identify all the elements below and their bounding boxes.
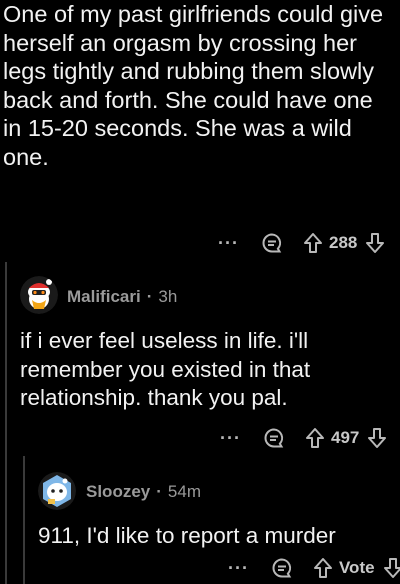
vote-count: 497	[330, 428, 360, 447]
comment-body: One of my past girlfriends could give he…	[3, 1, 384, 170]
more-options-button[interactable]: ···	[228, 558, 249, 579]
more-options-button[interactable]: ···	[218, 233, 239, 254]
upvote-icon[interactable]	[303, 232, 323, 254]
avatar[interactable]	[20, 276, 58, 314]
comment-age: 54m	[167, 482, 201, 501]
reply-icon[interactable]	[261, 232, 283, 254]
downvote-icon[interactable]	[383, 557, 400, 579]
snoo-avatar-icon	[38, 472, 76, 510]
separator: ·	[156, 482, 162, 501]
thread-line[interactable]	[5, 262, 7, 584]
upvote-icon[interactable]	[305, 427, 325, 449]
downvote-icon[interactable]	[367, 427, 387, 449]
thread-line[interactable]	[23, 456, 25, 584]
separator: ·	[146, 287, 153, 306]
downvote-icon[interactable]	[365, 232, 385, 254]
vote-label: Vote	[338, 558, 375, 577]
author-name[interactable]: Sloozey	[86, 482, 150, 502]
comment-actions: ··· 288	[218, 231, 385, 255]
avatar[interactable]	[38, 472, 76, 510]
comment-meta: Malificari · 3h	[67, 287, 177, 307]
comment-body: if i ever feel useless in life. i'll rem…	[20, 328, 311, 410]
comment-actions: ··· 497	[220, 426, 387, 450]
comment-meta: Sloozey · 54m	[86, 482, 201, 502]
reply-icon[interactable]	[271, 557, 293, 579]
comment-actions: ··· Vote	[228, 556, 400, 580]
vote-count: 288	[328, 233, 358, 252]
upvote-icon[interactable]	[313, 557, 333, 579]
snoo-avatar-icon	[20, 276, 58, 314]
comment-body: 911, I'd like to report a murder	[38, 523, 336, 548]
more-options-button[interactable]: ···	[220, 428, 241, 449]
comment-age: 3h	[158, 287, 178, 306]
author-name[interactable]: Malificari	[67, 287, 141, 307]
reply-icon[interactable]	[263, 427, 285, 449]
